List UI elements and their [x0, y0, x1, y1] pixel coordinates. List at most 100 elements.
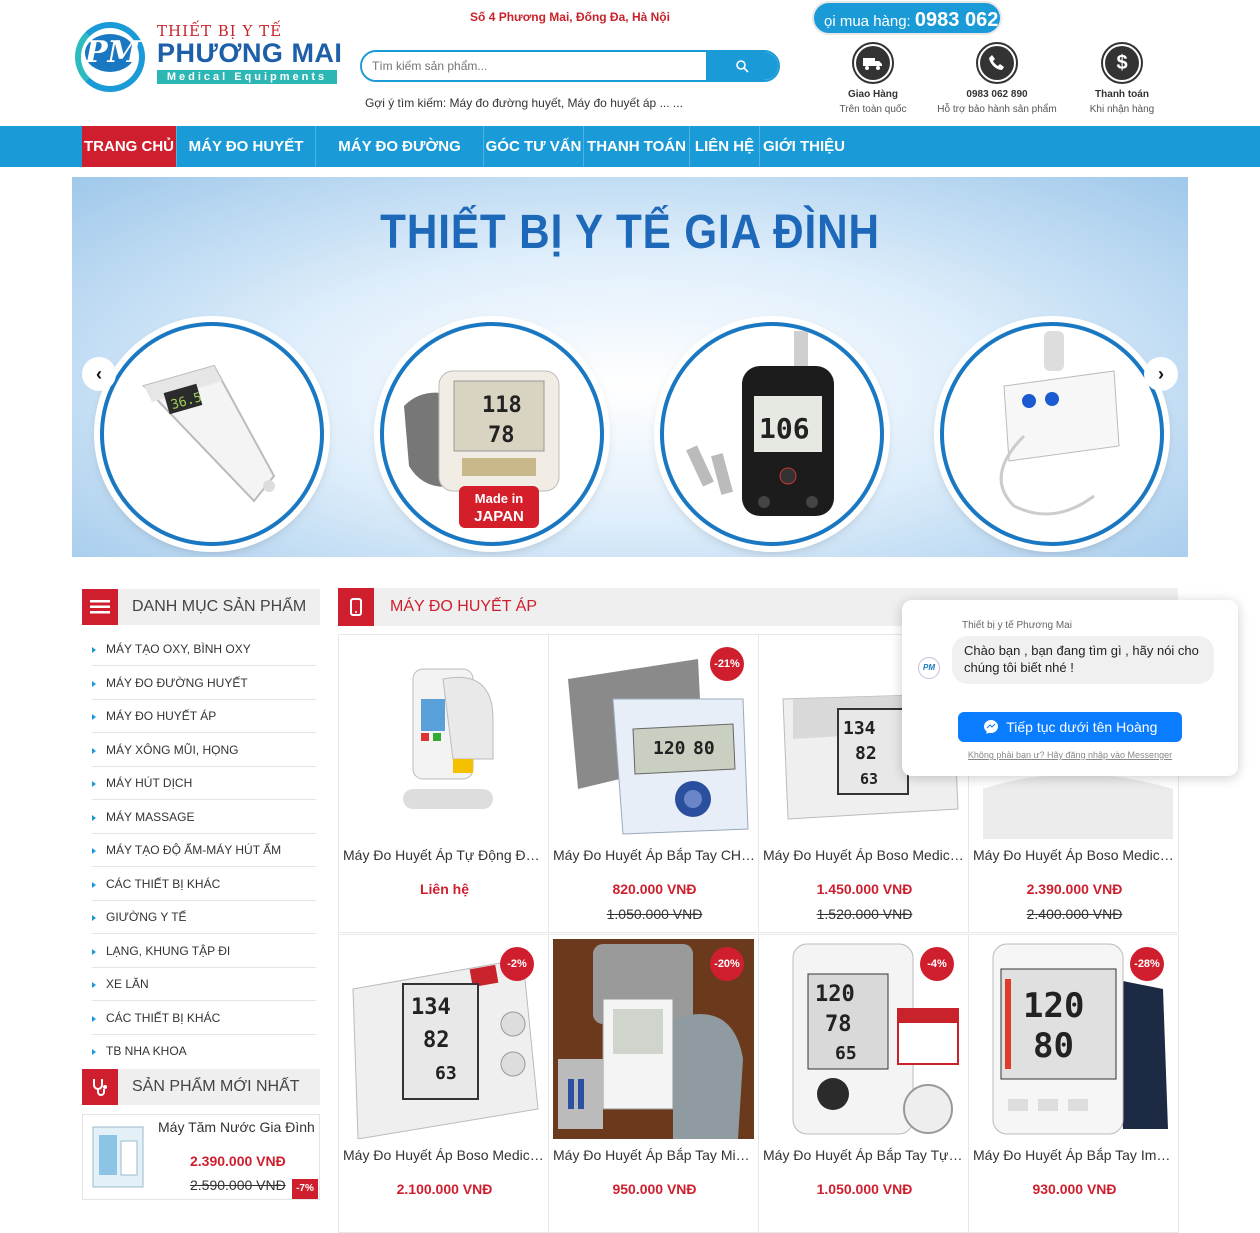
logo-line2: PHƯƠNG MAI	[157, 38, 343, 68]
caret-right-icon	[92, 1015, 96, 1022]
banner-prev-button[interactable]: ‹	[82, 357, 116, 391]
category-label: GIƯỜNG Y TẾ	[106, 910, 187, 924]
category-item[interactable]: TB NHA KHOA	[92, 1035, 316, 1068]
category-label: TB NHA KHOA	[106, 1044, 187, 1058]
category-item[interactable]: CÁC THIẾT BỊ KHÁC	[92, 868, 316, 901]
site-logo[interactable]: PM THIẾT BỊ Y TẾ PHƯƠNG MAI Medical Equi…	[75, 18, 345, 94]
nav-home[interactable]: TRANG CHỦ	[82, 126, 177, 167]
new-products-title: SẢN PHẨM MỚI NHẤT	[132, 1078, 300, 1095]
category-label: CÁC THIẾT BỊ KHÁC	[106, 1011, 221, 1025]
product-name[interactable]: Máy Đo Huyết Áp Boso Medicus ...	[763, 847, 966, 863]
nav-contact[interactable]: LIÊN HỆ	[690, 126, 760, 167]
hotline-badge[interactable]: ọi mua hàng: 0983 062	[812, 1, 1002, 35]
product-name[interactable]: Máy Đo Huyết Áp Boso Medicus ...	[343, 1147, 546, 1163]
chat-message: Chào bạn , bạn đang tìm gì , hãy nói cho…	[952, 636, 1214, 684]
caret-right-icon	[92, 981, 96, 988]
lcd-dia: 78	[825, 1012, 852, 1037]
product-card[interactable]: 120 78 65 -4% Máy Đo Huyết Áp Bắp Tay Tự…	[758, 934, 969, 1233]
nav-about[interactable]: GIỚI THIỆU	[760, 126, 848, 167]
banner-next-button[interactable]: ›	[1144, 357, 1178, 391]
messenger-icon	[983, 720, 998, 734]
new-product-card[interactable]: Máy Tăm Nước Gia Đình ... 2.390.000 VNĐ …	[82, 1114, 320, 1200]
new-product-price: 2.390.000 VNĐ	[190, 1153, 286, 1169]
discount-badge: -4%	[920, 947, 954, 981]
caret-right-icon	[92, 680, 96, 687]
discount-badge: -21%	[710, 647, 744, 681]
product-name[interactable]: Máy Đo Huyết Áp Bắp Tay Tự Độ...	[763, 1147, 966, 1163]
search-icon	[736, 60, 749, 73]
slide-thermometer[interactable]: 36.5	[100, 322, 324, 546]
bp-tag-2: JAPAN	[474, 508, 524, 525]
product-card[interactable]: 120 80 -28% Máy Đo Huyết Áp Bắp Tay Imed…	[968, 934, 1179, 1233]
banner-title: THIẾT BỊ Y TẾ GIA ĐÌNH	[380, 206, 880, 259]
nav-glucose[interactable]: MÁY ĐO ĐƯỜNG HUYẾT	[316, 126, 484, 196]
category-item[interactable]: LẠNG, KHUNG TẬP ĐI	[92, 935, 316, 968]
product-price: 950.000 VNĐ	[612, 1181, 697, 1197]
lcd-sys: 134	[843, 718, 876, 739]
lcd-pul: 65	[835, 1043, 857, 1064]
hero-banner[interactable]: THIẾT BỊ Y TẾ GIA ĐÌNH 36.5 118 78 Made …	[72, 177, 1188, 557]
category-item[interactable]: MÁY HÚT DỊCH	[92, 767, 316, 800]
caret-right-icon	[92, 747, 96, 754]
product-old-price: 1.050.000 VNĐ	[606, 906, 703, 922]
product-name[interactable]: Máy Đo Huyết Áp Tự Động Để Bà...	[343, 847, 546, 863]
search-input[interactable]	[362, 52, 706, 80]
product-name[interactable]: Máy Đo Huyết Áp Bắp Tay Microl...	[553, 1147, 756, 1163]
lcd-dia: 80	[693, 738, 715, 759]
category-label: MÁY ĐO ĐƯỜNG HUYẾT	[106, 676, 248, 690]
new-product-name[interactable]: Máy Tăm Nước Gia Đình ...	[158, 1119, 318, 1135]
category-item[interactable]: MÁY ĐO ĐƯỜNG HUYẾT	[92, 667, 316, 700]
product-price: 820.000 VNĐ	[612, 881, 697, 897]
product-card[interactable]: 120 80 -21% Máy Đo Huyết Áp Bắp Tay CH-4…	[548, 634, 759, 933]
category-item[interactable]: MÁY TẠO ĐỘ ẨM-MÁY HÚT ẨM	[92, 834, 316, 867]
category-item[interactable]: MÁY XÔNG MŨI, HỌNG	[92, 734, 316, 767]
category-item[interactable]: MÁY ĐO HUYẾT ÁP	[92, 700, 316, 733]
caret-right-icon	[92, 847, 96, 854]
messenger-chat-popup: Thiết bị y tế Phương Mai PM Chào bạn , b…	[902, 600, 1238, 776]
nav-blood-pressure[interactable]: MÁY ĐO HUYẾT ÁP	[177, 126, 316, 196]
nav-advice[interactable]: GÓC TƯ VẤN	[484, 126, 584, 167]
caret-right-icon	[92, 814, 96, 821]
product-card[interactable]: Máy Đo Huyết Áp Tự Động Để Bà... Liên hệ	[338, 634, 549, 933]
product-card[interactable]: 134 82 63 -2% Máy Đo Huyết Áp Boso Medic…	[338, 934, 549, 1233]
category-item[interactable]: MÁY MASSAGE	[92, 801, 316, 834]
category-item[interactable]: XE LĂN	[92, 968, 316, 1001]
logo-mark-text: PM	[85, 34, 141, 72]
service-support: 0983 062 890 Hỗ trợ bảo hành sản phẩm	[932, 42, 1062, 115]
product-price: 1.450.000 VNĐ	[816, 881, 913, 897]
search-suggestions[interactable]: Gợi ý tìm kiếm: Máy đo đường huyết, Máy …	[365, 96, 683, 110]
caret-right-icon	[92, 713, 96, 720]
category-item[interactable]: MÁY TẠO OXY, BÌNH OXY	[92, 633, 316, 666]
category-label: MÁY HÚT DỊCH	[106, 776, 193, 790]
messenger-login-link[interactable]: Không phải bạn ư? Hãy đăng nhập vào Mess…	[902, 750, 1238, 760]
continue-chat-button[interactable]: Tiếp tục dưới tên Hoàng	[958, 712, 1182, 742]
slide-bp-monitor[interactable]: 118 78 Made in JAPAN	[380, 322, 604, 546]
lcd-sys: 120	[1023, 986, 1084, 1026]
category-label: MÁY TẠO OXY, BÌNH OXY	[106, 642, 251, 656]
category-item[interactable]: GIƯỜNG Y TẾ	[92, 901, 316, 934]
new-product-old-price: 2.590.000 VNĐ	[190, 1177, 286, 1193]
category-item[interactable]: CÁC THIẾT BỊ KHÁC	[92, 1002, 316, 1035]
category-label: MÁY XÔNG MŨI, HỌNG	[106, 743, 239, 757]
categories-title: DANH MỤC SẢN PHẨM	[132, 598, 307, 615]
site-header: PM THIẾT BỊ Y TẾ PHƯƠNG MAI Medical Equi…	[0, 0, 1260, 126]
service-title: 0983 062 890	[966, 89, 1028, 100]
search-button[interactable]	[706, 52, 778, 80]
product-card[interactable]: -20% Máy Đo Huyết Áp Bắp Tay Microl... 9…	[548, 934, 759, 1233]
product-name[interactable]: Máy Đo Huyết Áp Boso Medicus ...	[973, 847, 1176, 863]
product-name[interactable]: Máy Đo Huyết Áp Bắp Tay Imedi...	[973, 1147, 1176, 1163]
service-title: Giao Hàng	[847, 89, 898, 100]
product-name[interactable]: Máy Đo Huyết Áp Bắp Tay CH-453	[553, 847, 756, 863]
nav-payment[interactable]: THANH TOÁN	[584, 126, 690, 167]
slide-nebulizer[interactable]	[940, 322, 1164, 546]
chat-avatar: PM	[918, 657, 940, 679]
product-price: 2.390.000 VNĐ	[1026, 881, 1123, 897]
dollar-icon: $	[1105, 46, 1139, 80]
hotline-number: 0983 062	[914, 9, 999, 31]
stethoscope-icon	[82, 1069, 118, 1105]
new-products-header: SẢN PHẨM MỚI NHẤT	[82, 1069, 320, 1105]
slide-glucose-meter[interactable]: 106	[660, 322, 884, 546]
lcd-sys: 120	[653, 738, 686, 759]
continue-chat-label: Tiếp tục dưới tên Hoàng	[1006, 719, 1158, 735]
product-price: 930.000 VNĐ	[1032, 1181, 1117, 1197]
